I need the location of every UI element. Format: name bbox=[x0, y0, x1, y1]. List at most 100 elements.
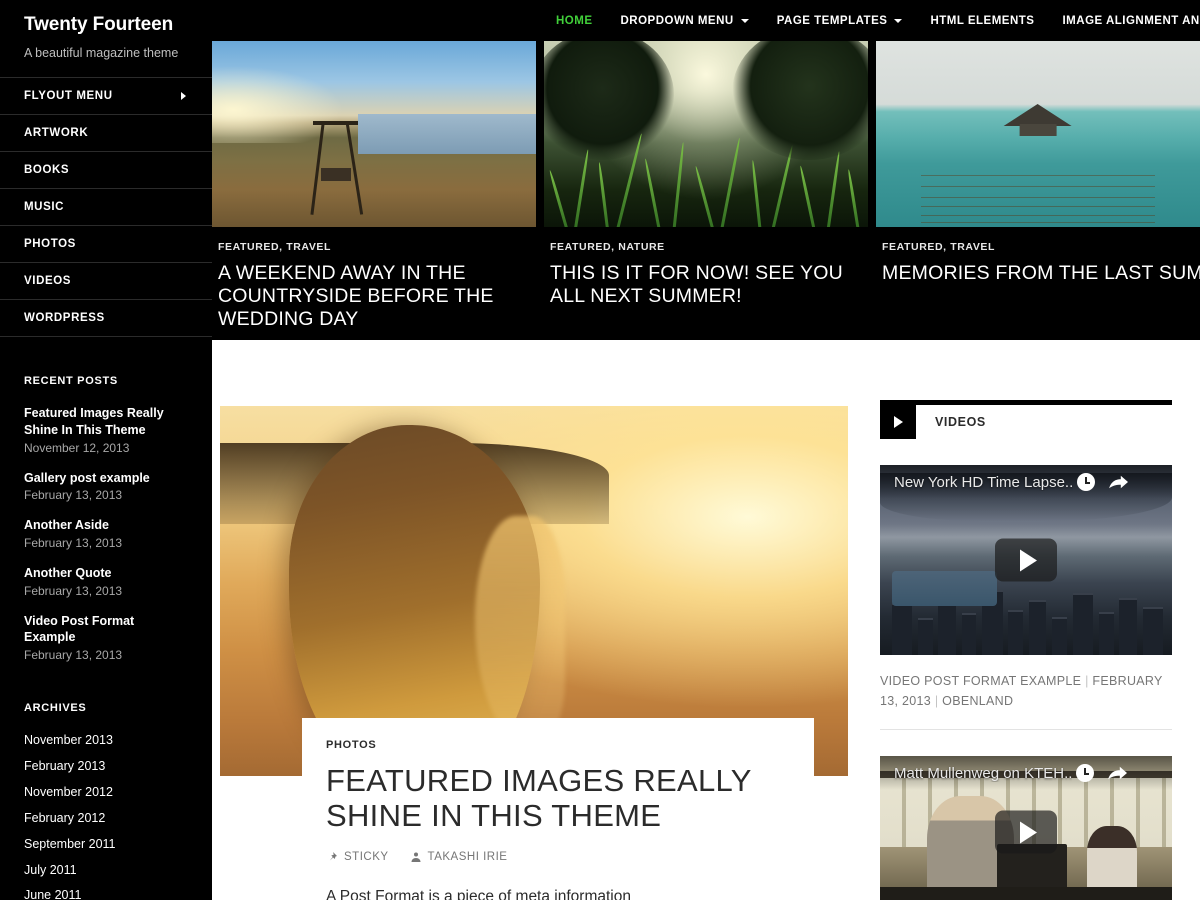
video-title[interactable]: Matt Mullenweg on KTEH.. bbox=[880, 765, 1072, 782]
author-name[interactable]: TAKASHI IRIE bbox=[428, 851, 508, 863]
article-card: PHOTOS FEATURED IMAGES REALLY SHINE IN T… bbox=[302, 718, 814, 900]
chevron-down-icon[interactable] bbox=[894, 18, 903, 23]
video-post-title[interactable]: VIDEO POST FORMAT EXAMPLE bbox=[880, 674, 1081, 688]
list-item[interactable]: February 2013 bbox=[24, 758, 188, 775]
recent-post-title[interactable]: Video Post Format Example bbox=[24, 613, 188, 647]
video-post-author[interactable]: OBENLAND bbox=[942, 694, 1013, 708]
page-root: Twenty Fourteen A beautiful magazine the… bbox=[0, 0, 1200, 900]
share-icon[interactable] bbox=[1107, 764, 1129, 782]
youtube-title-bar: New York HD Time Lapse.. bbox=[880, 465, 1172, 499]
recent-post-title[interactable]: Another Quote bbox=[24, 565, 188, 582]
page-title[interactable]: FEATURED IMAGES REALLY SHINE IN THIS THE… bbox=[326, 763, 790, 834]
city-blocks-shape bbox=[880, 571, 1172, 655]
tab-html-elements[interactable]: HTML ELEMENTS bbox=[916, 0, 1048, 41]
topnav-label: IMAGE ALIGNMENT AND STYLES bbox=[1062, 14, 1200, 27]
sidebar-item-label: PHOTOS bbox=[24, 238, 76, 251]
chevron-right-icon[interactable] bbox=[181, 92, 186, 101]
recent-post-title[interactable]: Gallery post example bbox=[24, 470, 188, 487]
recent-post-date: November 12, 2013 bbox=[24, 440, 130, 455]
list-item[interactable]: Featured Images Really Shine In This The… bbox=[24, 405, 188, 457]
recent-posts-list: Featured Images Really Shine In This The… bbox=[24, 405, 188, 664]
tab-page-templates[interactable]: PAGE TEMPLATES bbox=[763, 0, 917, 41]
tab-home[interactable]: HOME bbox=[542, 0, 607, 41]
list-item[interactable]: November 2013 bbox=[24, 732, 188, 749]
youtube-play-icon bbox=[1019, 821, 1037, 843]
main-content-area: PHOTOS FEATURED IMAGES REALLY SHINE IN T… bbox=[212, 340, 1200, 900]
youtube-action-icons bbox=[1076, 764, 1129, 782]
featured-post-1[interactable]: FEATURED, TRAVEL A WEEKEND AWAY IN THE C… bbox=[212, 41, 536, 340]
youtube-play-button[interactable] bbox=[995, 538, 1057, 582]
featured-image-grass[interactable] bbox=[544, 41, 868, 227]
woman-shape bbox=[1087, 825, 1137, 890]
featured-image-swing-lake[interactable] bbox=[212, 41, 536, 227]
tab-image-alignment-and-styles[interactable]: IMAGE ALIGNMENT AND STYLES bbox=[1048, 0, 1200, 41]
videos-widget-icon-box bbox=[880, 405, 916, 439]
sidebar-item-artwork[interactable]: ARTWORK bbox=[0, 115, 212, 153]
watch-later-icon[interactable] bbox=[1077, 473, 1096, 491]
sidebar-item-label: MUSIC bbox=[24, 201, 65, 214]
photo-grass-sunlight bbox=[544, 41, 868, 227]
recent-post-title[interactable]: Featured Images Really Shine In This The… bbox=[24, 405, 188, 439]
author-byline[interactable]: TAKASHI IRIE bbox=[410, 851, 508, 863]
featured-post-3[interactable]: FEATURED, TRAVEL MEMORIES FROM THE LAST … bbox=[876, 41, 1200, 340]
top-navigation: HOME DROPDOWN MENU PAGE TEMPLATES HTML E… bbox=[212, 0, 1200, 41]
list-item[interactable]: November 2012 bbox=[24, 784, 188, 801]
chevron-down-icon[interactable] bbox=[740, 18, 749, 23]
list-item[interactable]: February 2012 bbox=[24, 810, 188, 827]
featured-image-pier[interactable] bbox=[876, 41, 1200, 227]
article-excerpt: A Post Format is a piece of meta informa… bbox=[326, 887, 631, 900]
sidebar-item-label: ARTWORK bbox=[24, 127, 89, 140]
topnav-label: HTML ELEMENTS bbox=[930, 14, 1035, 27]
list-item[interactable]: September 2011 bbox=[24, 836, 188, 853]
sidebar-item-photos[interactable]: PHOTOS bbox=[0, 226, 212, 264]
share-icon[interactable] bbox=[1108, 473, 1130, 491]
divider bbox=[880, 729, 1172, 730]
recent-posts-widget: RECENT POSTS Featured Images Really Shin… bbox=[0, 375, 212, 664]
list-item[interactable]: Gallery post example February 13, 2013 bbox=[24, 470, 188, 505]
featured-title[interactable]: MEMORIES FROM THE LAST SUMMER bbox=[876, 262, 1200, 285]
tab-dropdown-menu[interactable]: DROPDOWN MENU bbox=[607, 0, 763, 41]
list-item[interactable]: June 2011 bbox=[24, 887, 188, 900]
list-item[interactable]: Video Post Format Example February 13, 2… bbox=[24, 613, 188, 665]
sticky-badge: STICKY bbox=[326, 851, 389, 863]
pier-planks-shape bbox=[876, 123, 1200, 227]
article-category[interactable]: PHOTOS bbox=[326, 739, 790, 751]
sidebar-item-label: VIDEOS bbox=[24, 275, 72, 288]
featured-article: PHOTOS FEATURED IMAGES REALLY SHINE IN T… bbox=[220, 406, 848, 900]
sticky-label: STICKY bbox=[344, 850, 389, 863]
list-item[interactable]: July 2011 bbox=[24, 862, 188, 879]
watch-later-icon[interactable] bbox=[1076, 764, 1095, 782]
featured-categories[interactable]: FEATURED, TRAVEL bbox=[212, 227, 536, 262]
sidebar-item-music[interactable]: MUSIC bbox=[0, 189, 212, 227]
topnav-label: PAGE TEMPLATES bbox=[776, 14, 888, 27]
recent-post-title[interactable]: Another Aside bbox=[24, 517, 188, 534]
video-item-1: New York HD Time Lapse.. VIDEO POST FORM… bbox=[880, 465, 1172, 730]
featured-title[interactable]: THIS IS IT FOR NOW! SEE YOU ALL NEXT SUM… bbox=[544, 262, 868, 308]
recent-post-date: February 13, 2013 bbox=[24, 648, 123, 663]
list-item[interactable]: Another Quote February 13, 2013 bbox=[24, 565, 188, 600]
list-item[interactable]: Another Aside February 13, 2013 bbox=[24, 517, 188, 552]
sidebar-item-label: FLYOUT MENU bbox=[24, 90, 113, 103]
site-title[interactable]: Twenty Fourteen bbox=[0, 0, 212, 37]
video-player-new-york[interactable]: New York HD Time Lapse.. bbox=[880, 465, 1172, 655]
topnav-label: HOME bbox=[556, 14, 593, 27]
featured-categories[interactable]: FEATURED, TRAVEL bbox=[876, 227, 1200, 262]
sidebar-item-flyout-menu[interactable]: FLYOUT MENU bbox=[0, 78, 212, 116]
sidebar-item-label: BOOKS bbox=[24, 164, 70, 177]
videos-widget-title: VIDEOS bbox=[935, 415, 986, 429]
video-title[interactable]: New York HD Time Lapse.. bbox=[880, 474, 1073, 491]
photo-pier-over-sea bbox=[876, 41, 1200, 227]
desk-shape bbox=[880, 886, 1172, 900]
sidebar-item-wordpress[interactable]: WORDPRESS bbox=[0, 300, 212, 338]
pin-icon bbox=[329, 851, 337, 861]
video-caption: VIDEO POST FORMAT EXAMPLE | FEBRUARY 13,… bbox=[880, 655, 1172, 729]
sidebar-item-books[interactable]: BOOKS bbox=[0, 152, 212, 190]
featured-title[interactable]: A WEEKEND AWAY IN THE COUNTRYSIDE BEFORE… bbox=[212, 262, 536, 331]
sidebar-item-videos[interactable]: VIDEOS bbox=[0, 263, 212, 301]
youtube-play-button[interactable] bbox=[995, 810, 1057, 854]
archives-list: November 2013 February 2013 November 201… bbox=[24, 732, 188, 900]
sidebar: Twenty Fourteen A beautiful magazine the… bbox=[0, 0, 212, 900]
video-player-matt-mullenweg[interactable]: Matt Mullenweg on KTEH.. bbox=[880, 756, 1172, 900]
featured-post-2[interactable]: FEATURED, NATURE THIS IS IT FOR NOW! SEE… bbox=[544, 41, 868, 340]
featured-categories[interactable]: FEATURED, NATURE bbox=[544, 227, 868, 262]
